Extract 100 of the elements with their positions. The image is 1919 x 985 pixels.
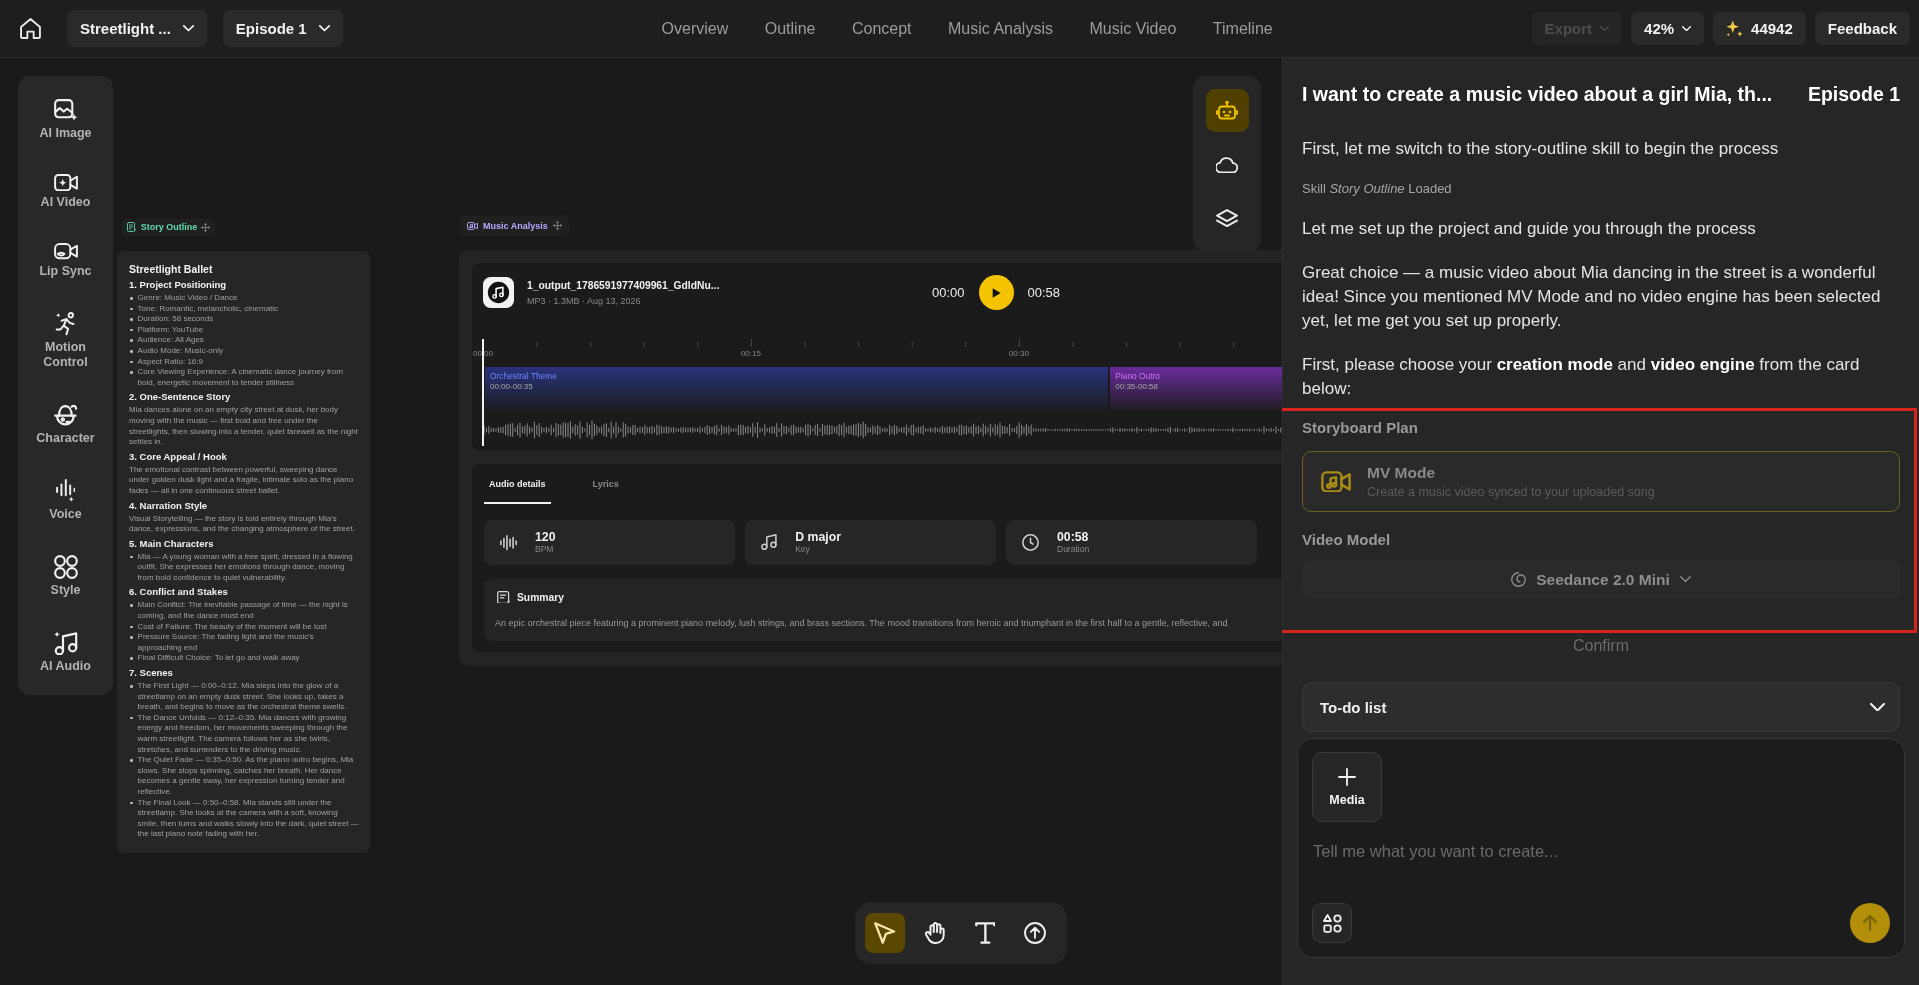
running-figure-icon xyxy=(55,311,76,336)
tab[interactable]: Audio details xyxy=(484,464,551,504)
bullet-icon xyxy=(130,716,133,720)
outline-paragraph: Mia dances alone on an empty city street at dusk, her body moving with the music — first bold and free under the streetlights, then slowing into a tender, quiet farewell as the night settles in. xyxy=(129,405,359,448)
outline-paragraph: The emotional contrast between powerful, sweeping dance under golden dusk light and a fragile, intimate solo as the piano fades — all in one continuous street ballet. xyxy=(129,464,355,497)
bullet-text: The Quiet Fade — 0:35–0:50. As the piano outro begins, Mia slows. She stops spinning, catches her breath. Her dance becomes a gentle sway, her expression turning tender and reflective. xyxy=(137,755,355,798)
bullet-text: Cost of Failure: The beauty of the moment will be lost xyxy=(137,621,327,633)
todo-toggle[interactable]: To-do list xyxy=(1302,682,1900,732)
bullet-icon xyxy=(130,555,133,559)
image-sparkle-icon xyxy=(53,99,78,122)
hand-icon xyxy=(925,922,945,944)
bullet-icon xyxy=(130,307,133,311)
stat-value: 00:58 xyxy=(1057,530,1090,544)
video-camera-sparkle-icon xyxy=(53,173,78,192)
sidebar-item[interactable]: Style xyxy=(26,554,105,598)
nav-tab[interactable]: Concept xyxy=(851,15,912,42)
section-heading: 2. One-Sentence Story xyxy=(129,390,232,404)
nav-tab[interactable]: Overview xyxy=(661,15,729,42)
bullet-text: Aspect Ratio: 16:9 xyxy=(137,356,203,368)
bullet-icon xyxy=(130,625,133,629)
credits-button[interactable]: 44942 xyxy=(1713,12,1806,45)
sidebar-item[interactable]: AI Video xyxy=(26,173,105,211)
sidebar-item[interactable]: Character xyxy=(26,402,105,446)
robot-icon xyxy=(1216,101,1238,120)
home-button[interactable] xyxy=(17,15,43,42)
send-button[interactable] xyxy=(1850,903,1890,943)
project-dropdown[interactable]: Streetlight ... xyxy=(67,10,207,47)
nav-tab[interactable]: Outline xyxy=(764,15,816,42)
stat-value: D major xyxy=(795,530,841,544)
sidebar-item[interactable]: Lip Sync xyxy=(26,243,105,279)
node-title: Music Analysis xyxy=(483,220,548,231)
music-note-sparkle-icon xyxy=(53,630,78,655)
sidebar-item[interactable]: AI Image xyxy=(26,99,105,141)
chevron-down-icon xyxy=(1682,25,1692,32)
chat-message: Great choice — a music video about Mia dancing in the street is a wonderful idea! Since you mentioned MV Mode and no video engine has been selected yet, let me get you set up properly. xyxy=(1302,262,1882,332)
chevron-down-icon xyxy=(318,25,330,32)
bullet-icon xyxy=(130,349,133,353)
tab[interactable]: Lyrics xyxy=(587,464,624,504)
chevron-down-icon xyxy=(1600,25,1610,32)
bullet-text: The Final Look — 0:50–0:58. Mia stands still under the streetlamp. She looks at the camera with a soft, knowing smile, then turns and walks slowly into the dark, quiet street — the last piano note fading with her. xyxy=(137,797,359,840)
chevron-down-icon xyxy=(1679,576,1691,583)
agent-button[interactable] xyxy=(1205,89,1249,132)
bullet-icon xyxy=(130,297,133,300)
text-tool-icon xyxy=(974,922,996,944)
arrow-up-icon xyxy=(1863,915,1877,931)
bullet-text: Mia — A young woman with a free spirit, dressed in a flowing outfit. She expresses her emotions through dance, moving from bold confidence to quiet vulnerability. xyxy=(137,551,354,584)
episode-dropdown[interactable]: Episode 1 xyxy=(222,10,343,47)
section-heading: 6. Conflict and Stakes xyxy=(129,585,229,599)
section-heading: 1. Project Positioning xyxy=(129,278,228,291)
outline-title: Streetlight Ballet xyxy=(129,262,214,276)
section-time: 00:00-00:35 xyxy=(490,382,534,392)
tools-button[interactable] xyxy=(1312,903,1352,943)
chat-message: First, let me switch to the story-outline skill to begin the process xyxy=(1302,138,1780,160)
chat-composer[interactable]: Media Tell me what you want to create... xyxy=(1297,738,1905,958)
bullet-icon xyxy=(130,339,133,342)
cursor-icon xyxy=(874,922,896,944)
zoom-dropdown[interactable]: 42% xyxy=(1631,12,1705,45)
cloud-icon xyxy=(1216,155,1238,174)
bullet-text: Tone: Romantic, melancholic, cinematic xyxy=(137,303,279,315)
bullet-icon xyxy=(130,328,133,332)
feedback-button[interactable]: Feedback xyxy=(1814,12,1910,45)
section-name: Orchestral Theme xyxy=(490,371,558,381)
node-title: Story Outline xyxy=(140,222,198,232)
plus-icon xyxy=(1338,767,1356,786)
chat-message: First, please choose your creation mode and video engine from the card below: xyxy=(1302,354,1861,400)
bullet-icon xyxy=(130,360,133,364)
chat-input[interactable]: Tell me what you want to create... xyxy=(1312,840,1890,903)
total-time: 00:58 xyxy=(1027,285,1061,300)
video-note-icon xyxy=(1321,470,1351,493)
bullet-icon xyxy=(130,801,133,805)
play-button[interactable] xyxy=(978,275,1014,310)
sidebar-item[interactable]: AI Audio xyxy=(26,630,105,674)
bullet-text: Audience: All Ages xyxy=(137,335,204,346)
nav-tab[interactable]: Timeline xyxy=(1212,15,1273,42)
move-icon[interactable] xyxy=(201,222,211,232)
sound-wave-icon xyxy=(500,534,517,551)
sidebar-item[interactable]: Motion Control xyxy=(26,311,105,370)
select-tool-button[interactable] xyxy=(865,913,905,953)
section-heading: 7. Scenes xyxy=(129,666,174,680)
bullet-text: Main Conflict: The inevitable passage of time — the night is coming, and the dance must end xyxy=(137,600,349,622)
clock-icon xyxy=(1022,534,1039,551)
media-button[interactable]: Media xyxy=(1312,752,1382,822)
chat-title: I want to create a music video about a girl Mia, th... xyxy=(1302,82,1773,106)
nav-tab[interactable]: Music Video xyxy=(1089,15,1177,42)
section-time: 00:35-00:58 xyxy=(1115,382,1159,392)
ruler-label: 00:15 xyxy=(740,348,761,360)
ruler-label: 00:30 xyxy=(1008,348,1029,360)
bullet-text: Duration: 58 seconds xyxy=(137,314,214,325)
shapes-icon xyxy=(1322,913,1342,933)
camera-lips-icon xyxy=(53,243,78,260)
file-meta: MP3 · 1.3MB · Aug 13, 2026 xyxy=(527,294,642,307)
section-name: Piano Outro xyxy=(1115,371,1161,381)
play-icon xyxy=(992,287,1002,298)
nav-tab[interactable]: Music Analysis xyxy=(948,15,1053,42)
sidebar-item[interactable]: Voice xyxy=(26,478,105,522)
move-icon[interactable] xyxy=(552,221,562,230)
summary-title: Summary xyxy=(517,591,564,603)
chevron-down-icon xyxy=(182,25,194,32)
bullet-text: Platform: YouTube xyxy=(137,324,204,336)
section-heading: 4. Narration Style xyxy=(129,498,209,512)
